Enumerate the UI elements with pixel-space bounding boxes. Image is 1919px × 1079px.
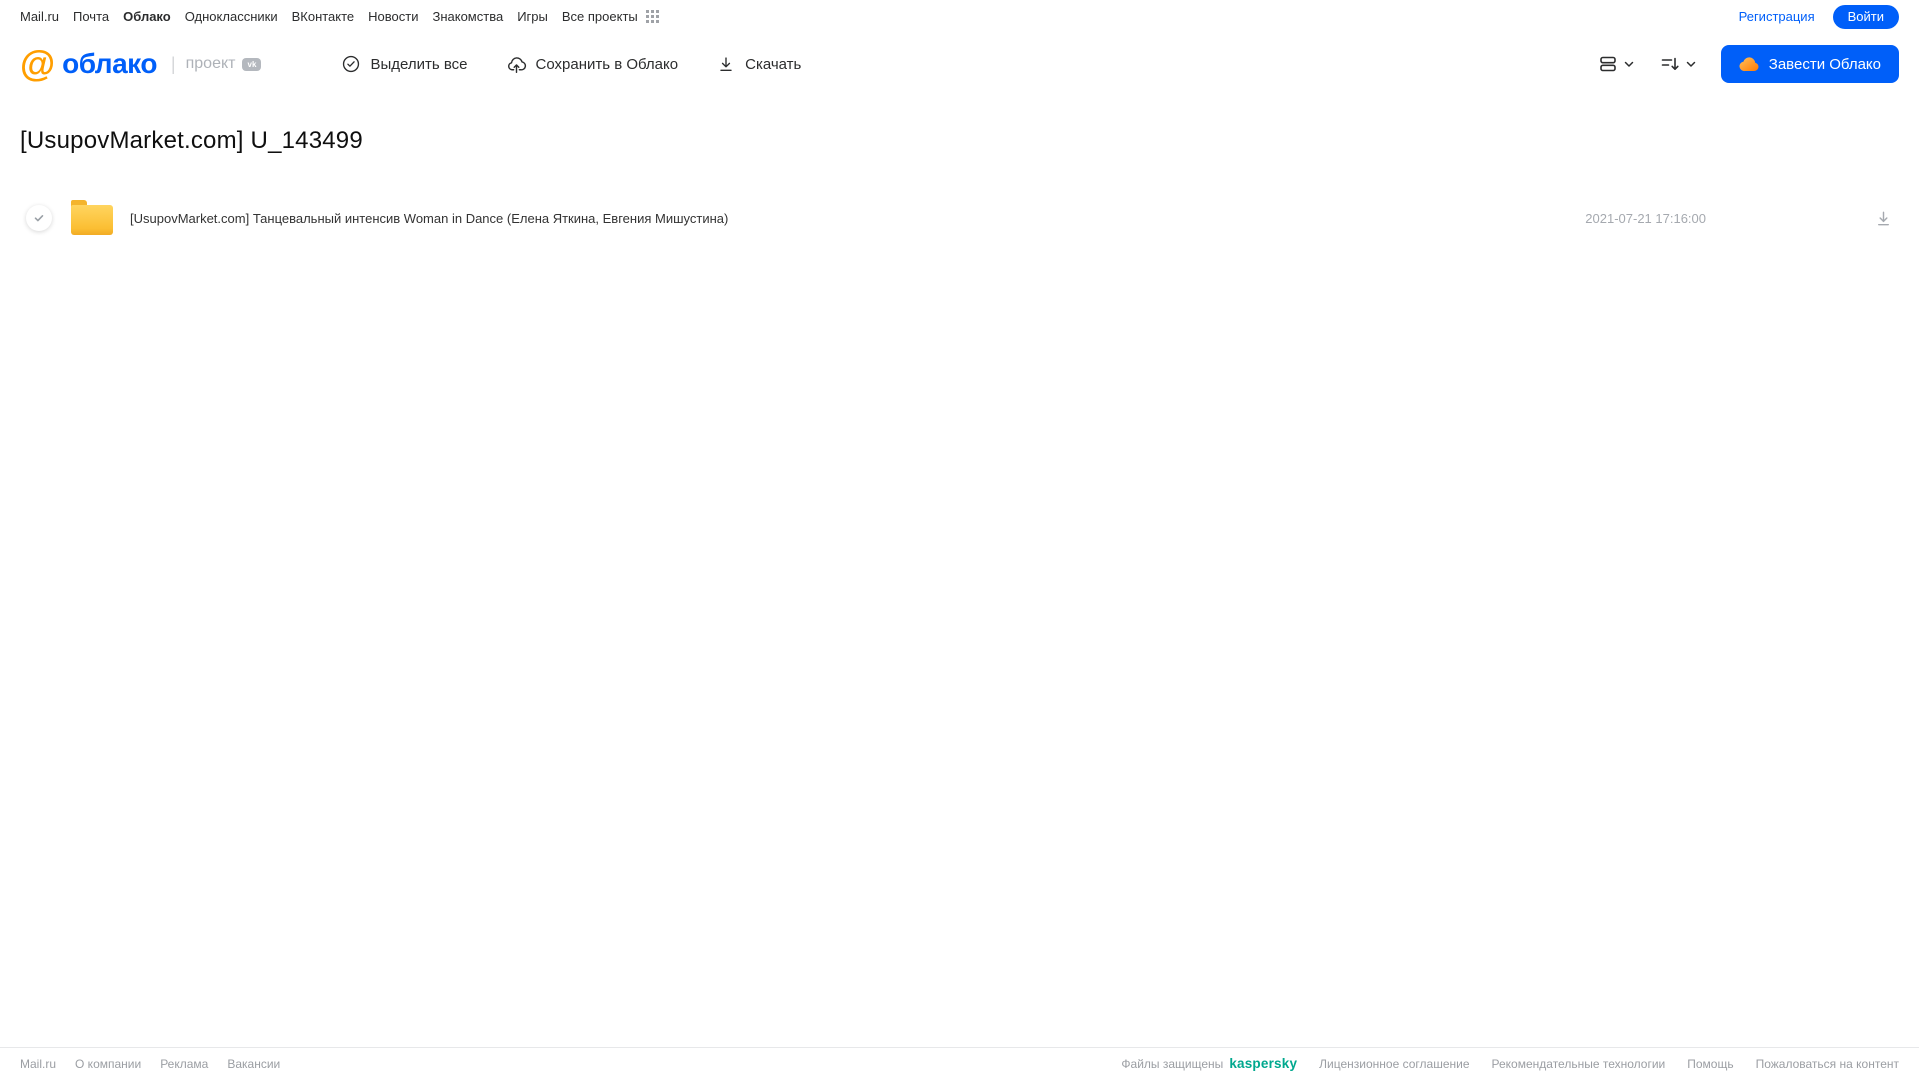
save-to-cloud-label: Сохранить в Облако	[535, 55, 679, 73]
topnav-item-mail[interactable]: Почта	[73, 9, 109, 24]
select-all-icon	[343, 55, 360, 73]
footer-link-about[interactable]: О компании	[75, 1057, 141, 1071]
app-grid-icon[interactable]	[645, 10, 659, 23]
file-name-link[interactable]: [UsupovMarket.com] Танцевальный интенсив…	[130, 211, 728, 226]
app-header: @ облако | проект vk Выделить все Сохран…	[0, 33, 1919, 95]
view-mode-dropdown[interactable]	[1597, 53, 1635, 75]
select-all-button[interactable]: Выделить все	[341, 54, 468, 74]
portal-nav: Mail.ru Почта Облако Одноклассники ВКонт…	[0, 0, 1919, 33]
check-icon	[34, 215, 44, 222]
kaspersky-logo[interactable]: kaspersky	[1229, 1056, 1297, 1071]
footer-link-help[interactable]: Помощь	[1687, 1057, 1733, 1071]
topnav-item-mailru[interactable]: Mail.ru	[20, 9, 59, 24]
logo-divider: |	[170, 53, 176, 74]
row-checkbox[interactable]	[26, 205, 52, 231]
logo-text: облако	[62, 48, 157, 79]
sort-icon	[1661, 57, 1679, 70]
create-cloud-label: Завести Облако	[1768, 55, 1881, 73]
download-label: Скачать	[745, 55, 802, 73]
main-content: [UsupovMarket.com] U_143499 [UsupovMarke…	[0, 127, 1919, 241]
footer-link-report-content[interactable]: Пожаловаться на контент	[1756, 1057, 1899, 1071]
save-to-cloud-button[interactable]: Сохранить в Облако	[506, 54, 679, 75]
toolbar-actions: Выделить все Сохранить в Облако Скачать	[341, 54, 839, 75]
project-label: проект	[185, 55, 236, 72]
sort-dropdown[interactable]	[1659, 53, 1697, 75]
download-button[interactable]: Скачать	[716, 54, 801, 74]
topnav-item-vkontakte[interactable]: ВКонтакте	[292, 9, 355, 24]
topnav-item-dating[interactable]: Знакомства	[432, 9, 503, 24]
login-button[interactable]: Войти	[1832, 4, 1899, 29]
at-logo-icon: @	[20, 43, 56, 84]
files-protected-label: Файлы защищены	[1121, 1056, 1224, 1071]
registration-link[interactable]: Регистрация	[1739, 9, 1815, 24]
topnav-item-cloud[interactable]: Облако	[123, 9, 171, 24]
footer-link-ads[interactable]: Реклама	[160, 1057, 208, 1071]
file-date: 2021-07-21 17:16:00	[1585, 210, 1706, 226]
chevron-down-icon	[1686, 61, 1696, 67]
row-download-button[interactable]	[1874, 209, 1893, 228]
footer-link-recommendation-tech[interactable]: Рекомендательные технологии	[1492, 1057, 1666, 1071]
footer-link-license[interactable]: Лицензионное соглашение	[1319, 1057, 1469, 1071]
file-row[interactable]: [UsupovMarket.com] Танцевальный интенсив…	[20, 195, 1899, 241]
vk-icon: vk	[242, 57, 262, 71]
topnav-item-games[interactable]: Игры	[517, 9, 548, 24]
topnav-item-all-projects[interactable]: Все проекты	[562, 9, 638, 24]
save-to-cloud-icon	[507, 56, 526, 73]
create-cloud-button[interactable]: Завести Облако	[1720, 45, 1899, 83]
files-protected-note: Файлы защищены kaspersky	[1121, 1056, 1297, 1071]
cloud-icon	[1739, 57, 1759, 72]
footer-link-mailru[interactable]: Mail.ru	[20, 1057, 56, 1071]
footer-link-jobs[interactable]: Вакансии	[227, 1057, 280, 1071]
page-title: [UsupovMarket.com] U_143499	[20, 127, 363, 154]
topnav-item-odnoklassniki[interactable]: Одноклассники	[185, 9, 278, 24]
topnav-item-news[interactable]: Новости	[368, 9, 418, 24]
list-view-icon	[1599, 56, 1616, 72]
cloud-logo[interactable]: @ облако | проект vk	[20, 43, 262, 84]
download-icon	[1878, 211, 1889, 225]
footer: Mail.ru О компании Реклама Вакансии Файл…	[0, 1047, 1919, 1079]
select-all-label: Выделить все	[370, 55, 468, 73]
header-right-controls: Завести Облако	[1597, 45, 1899, 83]
download-icon	[720, 57, 732, 72]
chevron-down-icon	[1624, 61, 1634, 67]
folder-icon	[71, 199, 113, 235]
